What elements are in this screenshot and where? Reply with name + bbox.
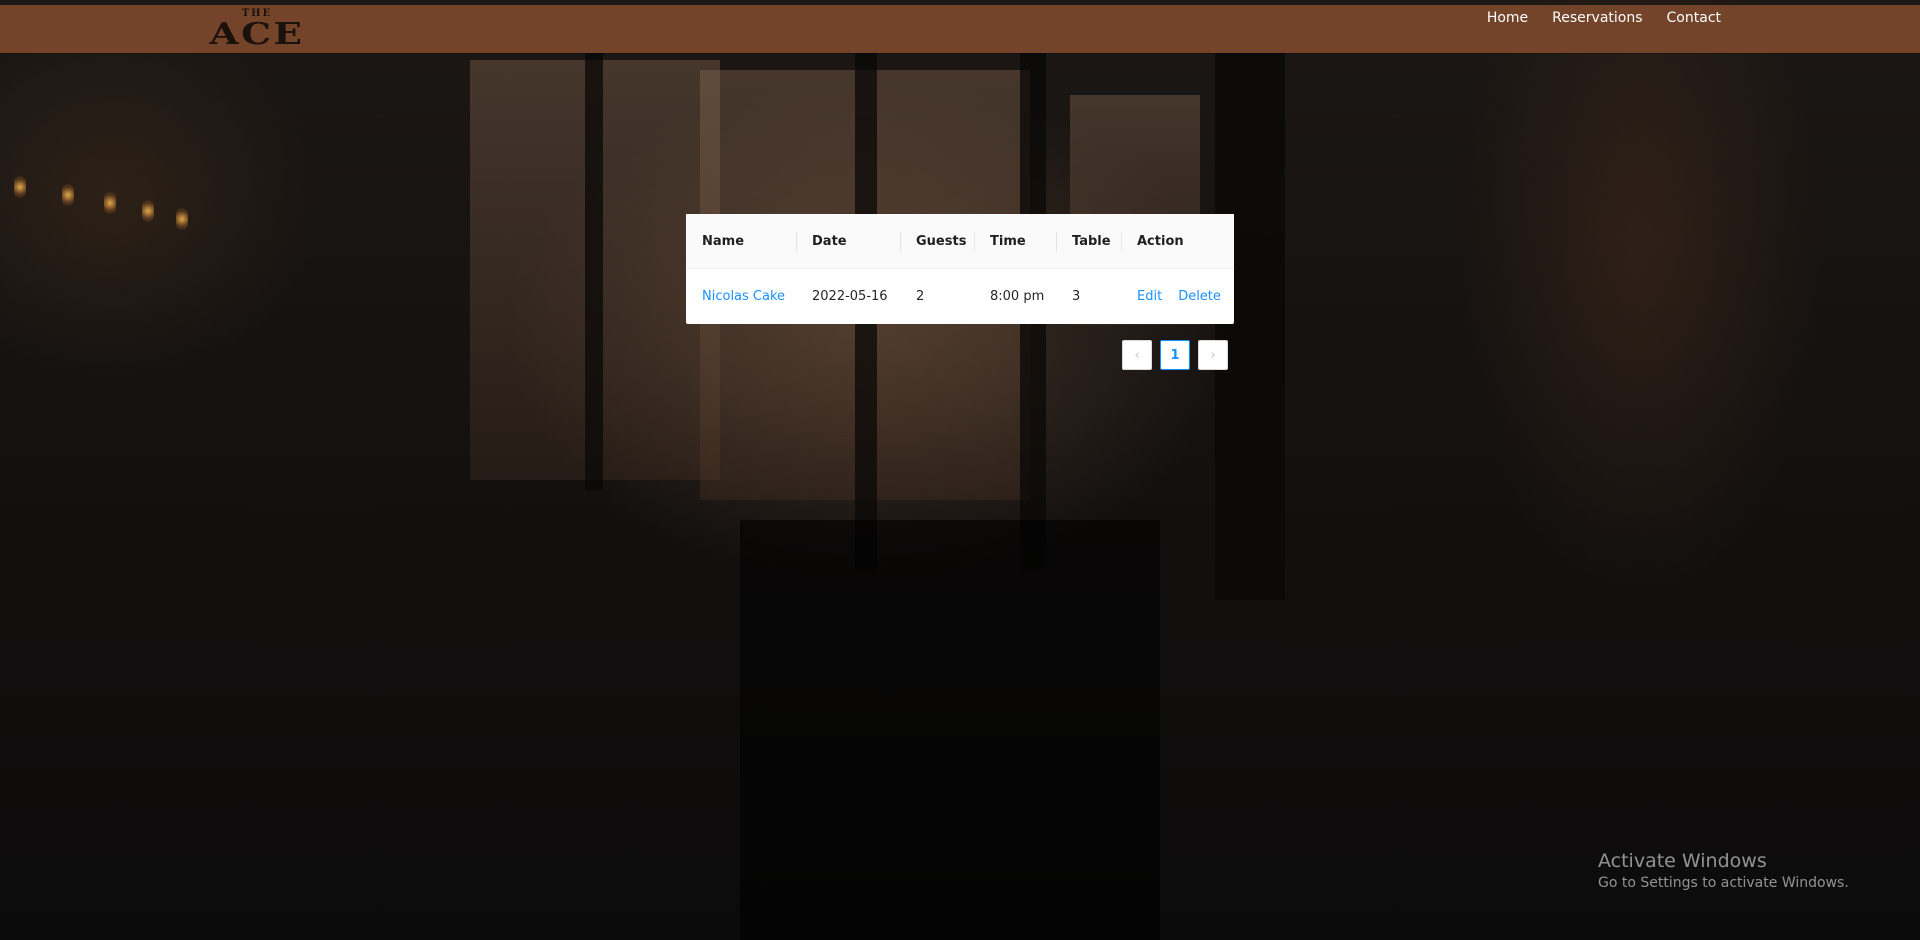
top-navbar: THE ACE Home Reservations Contact (0, 5, 1920, 53)
chevron-left-icon: ‹ (1134, 347, 1140, 363)
column-header-time: Time (974, 214, 1056, 269)
next-page-button[interactable]: › (1198, 340, 1228, 370)
delete-button[interactable]: Delete (1178, 289, 1221, 304)
reservations-table-card: Name Date Guests Time Table Action Nicol… (686, 214, 1234, 324)
table-header-row: Name Date Guests Time Table Action (686, 214, 1234, 269)
cell-guests: 2 (916, 289, 925, 304)
cell-action: Edit Delete (1121, 269, 1234, 325)
cell-table: 3 (1072, 289, 1081, 304)
main-nav: Home Reservations Contact (1487, 10, 1721, 26)
nav-link-reservations[interactable]: Reservations (1552, 10, 1642, 26)
column-header-action: Action (1121, 214, 1234, 269)
cell-date: 2022-05-16 (812, 289, 888, 304)
restaurant-logo[interactable]: THE ACE (190, 8, 324, 52)
column-header-guests: Guests (900, 214, 974, 269)
pagination: ‹ 1 › (1122, 340, 1228, 370)
page-number-button[interactable]: 1 (1160, 340, 1190, 370)
column-header-name: Name (686, 214, 796, 269)
cell-name: Nicolas Cake (686, 269, 796, 325)
cell-time: 8:00 pm (990, 289, 1045, 304)
logo-big-text: ACE (209, 17, 305, 52)
reservations-table: Name Date Guests Time Table Action Nicol… (686, 214, 1234, 324)
table-row: Nicolas Cake 2022-05-16 2 8:00 pm 3 Edit… (686, 269, 1234, 325)
activate-windows-watermark: Activate Windows Go to Settings to activ… (1598, 849, 1849, 893)
row-actions: Edit Delete (1137, 289, 1234, 304)
watermark-title: Activate Windows (1598, 850, 1767, 872)
reservation-name-link[interactable]: Nicolas Cake (702, 289, 785, 304)
restaurant-background-image (0, 0, 1920, 940)
column-header-table: Table (1056, 214, 1121, 269)
watermark-subtitle: Go to Settings to activate Windows. (1598, 875, 1849, 891)
nav-link-contact[interactable]: Contact (1667, 10, 1721, 26)
nav-link-home[interactable]: Home (1487, 10, 1528, 26)
column-header-date: Date (796, 214, 900, 269)
prev-page-button[interactable]: ‹ (1122, 340, 1152, 370)
edit-button[interactable]: Edit (1137, 289, 1162, 304)
chevron-right-icon: › (1210, 347, 1216, 363)
